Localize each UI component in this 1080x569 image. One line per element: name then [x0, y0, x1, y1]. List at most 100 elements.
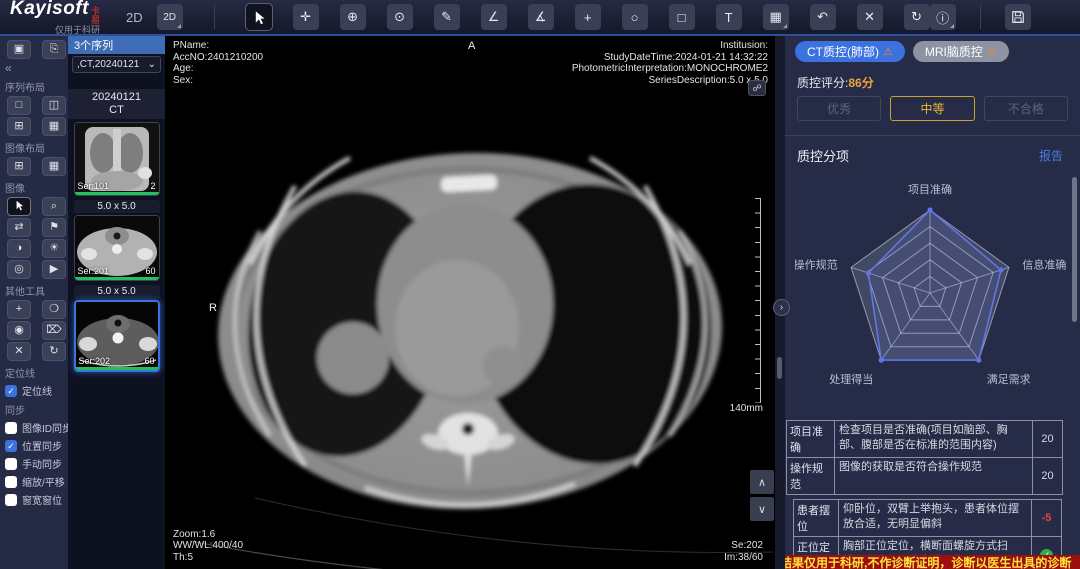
zoom-tool-button[interactable]: ⊕ — [340, 4, 366, 30]
undo-icon: ↶ — [817, 9, 828, 25]
series-list-button[interactable]: ▣ — [7, 40, 31, 59]
qc-panel: CT质控(肺部) ⚠ MRI脑质控 ⚠ 质控评分:86分 优秀 中等 不合格 质… — [785, 36, 1080, 569]
pointer-tool-button[interactable] — [246, 4, 272, 30]
series-thumbnail-101[interactable]: Ser:101 2 — [74, 122, 160, 196]
layout-2col-button[interactable]: ◫ — [42, 96, 66, 115]
checkbox-zoom-pan-sync[interactable]: ✓ 缩放/平移 — [5, 474, 63, 489]
invert-button[interactable]: ◑ — [7, 239, 31, 258]
slice-down-button[interactable]: ∨ — [750, 497, 774, 521]
warning-icon: ⚠ — [883, 45, 893, 58]
reset-icon: ↻ — [49, 345, 58, 357]
mode-2d-button[interactable]: 2D — [157, 4, 183, 30]
rectangle-icon: □ — [678, 10, 686, 25]
delete-annotation-button[interactable]: ✕ — [857, 4, 883, 30]
series-thumbnail-201[interactable]: Ser:201 60 — [74, 215, 160, 281]
layout-3x3-button[interactable]: ▦ — [42, 117, 66, 136]
grade-medium-button[interactable]: 中等 — [890, 96, 974, 121]
thumb-series-number: Ser:202 — [79, 356, 111, 366]
checkbox-icon: ✓ — [5, 385, 17, 397]
windowing-tool-button[interactable]: ⊙ — [387, 4, 413, 30]
grade-fail-button[interactable]: 不合格 — [984, 96, 1068, 121]
tab-ct-qc[interactable]: CT质控(肺部) ⚠ — [795, 41, 905, 62]
checkbox-label: 缩放/平移 — [22, 474, 65, 489]
measure-tool-button[interactable]: ✎ — [434, 4, 460, 30]
angle-tool-button[interactable]: ∠ — [481, 4, 507, 30]
rectangle-tool-button[interactable]: □ — [669, 4, 695, 30]
info-button[interactable]: ⓘ — [930, 4, 956, 30]
reset-button[interactable]: ↻ — [904, 4, 930, 30]
ct-viewport[interactable]: PName: AccNO:2401210200 Age: Sex: Instit… — [165, 36, 775, 569]
img-layout-2x2-button[interactable]: ⊞ — [7, 157, 31, 176]
flip-button[interactable]: ⇄ — [7, 218, 31, 237]
logo-mark: 卡易 — [91, 7, 100, 25]
institution: Institusion: — [572, 40, 768, 52]
ellipse-tool-button[interactable]: ○ — [622, 4, 648, 30]
undo-button[interactable]: ↶ — [810, 4, 836, 30]
rail-pointer-button[interactable] — [7, 197, 31, 216]
cine-flag-icon: ⚑ — [49, 221, 59, 233]
series-list-icon: ▣ — [14, 43, 24, 55]
qc-panel-scrollbar-thumb[interactable] — [1072, 177, 1077, 322]
flip-icon: ⇄ — [14, 221, 23, 233]
checkbox-icon: ✓ — [5, 494, 17, 506]
rail-delete-button[interactable]: ✕ — [7, 342, 31, 361]
play-button[interactable]: ▶ — [42, 260, 66, 279]
scale-ruler-label: 140mm — [715, 403, 763, 414]
report-link[interactable]: 报告 — [1039, 147, 1063, 164]
checkbox-position-sync[interactable]: ✓ 位置同步 — [5, 438, 63, 453]
cross-marker-tool-button[interactable]: + — [575, 4, 601, 30]
info-icon: ⓘ — [936, 8, 949, 27]
panel-expand-button[interactable]: › — [773, 299, 790, 316]
delete-icon: ✕ — [14, 345, 23, 357]
link-series-button[interactable]: ☍ — [748, 80, 766, 96]
cross-icon: + — [584, 10, 592, 25]
rail-magnifier-button[interactable]: ⌕ — [42, 197, 66, 216]
layout-2x2-button[interactable]: ⊞ — [7, 117, 31, 136]
thumb-image-count: 60 — [144, 356, 154, 366]
window-presets-button[interactable]: ▦ — [763, 4, 789, 30]
target-button[interactable]: ◎ — [7, 260, 31, 279]
pan-tool-button[interactable]: ✛ — [293, 4, 319, 30]
brightness-button[interactable]: ☀ — [42, 239, 66, 258]
layout-single-button[interactable]: □ — [7, 96, 31, 115]
comment-button[interactable]: ❍ — [42, 300, 66, 319]
rail-reset-button[interactable]: ↻ — [42, 342, 66, 361]
save-button[interactable] — [1005, 4, 1031, 30]
reset-icon: ↻ — [911, 9, 922, 25]
slice-up-button[interactable]: ∧ — [750, 470, 774, 494]
checkbox-wwwl-sync[interactable]: ✓ 窗宽窗位 — [5, 492, 63, 507]
thumb-image-count: 60 — [145, 266, 155, 276]
img-layout-3x3-button[interactable]: ▦ — [42, 157, 66, 176]
eraser-button[interactable]: ⌦ — [42, 321, 66, 340]
add-button[interactable]: + — [7, 300, 31, 319]
patient-info-overlay: PName: AccNO:2401210200 Age: Sex: — [173, 40, 263, 86]
top-toolbar: Kayisoft 卡易 仅用于科研 2D 2D ✛ ⊕ ⊙ ✎ ∠ ∡ + ○ … — [0, 0, 1080, 36]
series-thumbnail-202-selected[interactable]: Ser:202 60 — [74, 300, 160, 372]
slice-scrollbar-thumb[interactable] — [777, 357, 782, 379]
disclaimer-text: 结果仅用于科研,不作诊断证明，诊断以医生出具的诊断 — [785, 555, 1071, 569]
tab-mri-qc[interactable]: MRI脑质控 ⚠ — [913, 41, 1009, 62]
checkbox-loc-line[interactable]: ✓ 定位线 — [5, 383, 63, 398]
collapse-rail-button[interactable]: « — [5, 61, 63, 75]
qc-score: 质控评分:86分 — [797, 74, 874, 91]
checkbox-manual-sync[interactable]: ✓ 手动同步 — [5, 456, 63, 471]
thumb-loaded-bar — [75, 192, 159, 195]
section-image: 图像 — [5, 180, 63, 195]
link-icon: ☍ — [752, 83, 761, 93]
sex: Sex: — [173, 75, 263, 87]
cobb-angle-tool-button[interactable]: ∡ — [528, 4, 554, 30]
cine-flag-button[interactable]: ⚑ — [42, 218, 66, 237]
checkbox-image-id-sync[interactable]: ✓ 图像ID同步 — [5, 420, 63, 435]
ai-search-button[interactable]: ◉ — [7, 321, 31, 340]
svg-text:信息准确: 信息准确 — [1022, 257, 1066, 271]
grade-label: 中等 — [920, 100, 944, 117]
grade-excellent-button[interactable]: 优秀 — [797, 96, 881, 121]
series-dropdown[interactable]: ,CT,20240121 ⌄ — [72, 56, 161, 73]
layout-single-icon: □ — [16, 99, 23, 111]
text-tool-button[interactable]: T — [716, 4, 742, 30]
magnifier-icon: ⌕ — [51, 200, 57, 212]
thumb-series-number: Ser:201 — [78, 266, 110, 276]
toolbar-separator — [214, 5, 215, 29]
toolbar-separator — [980, 5, 981, 29]
export-button[interactable]: ⎘ — [42, 40, 66, 59]
